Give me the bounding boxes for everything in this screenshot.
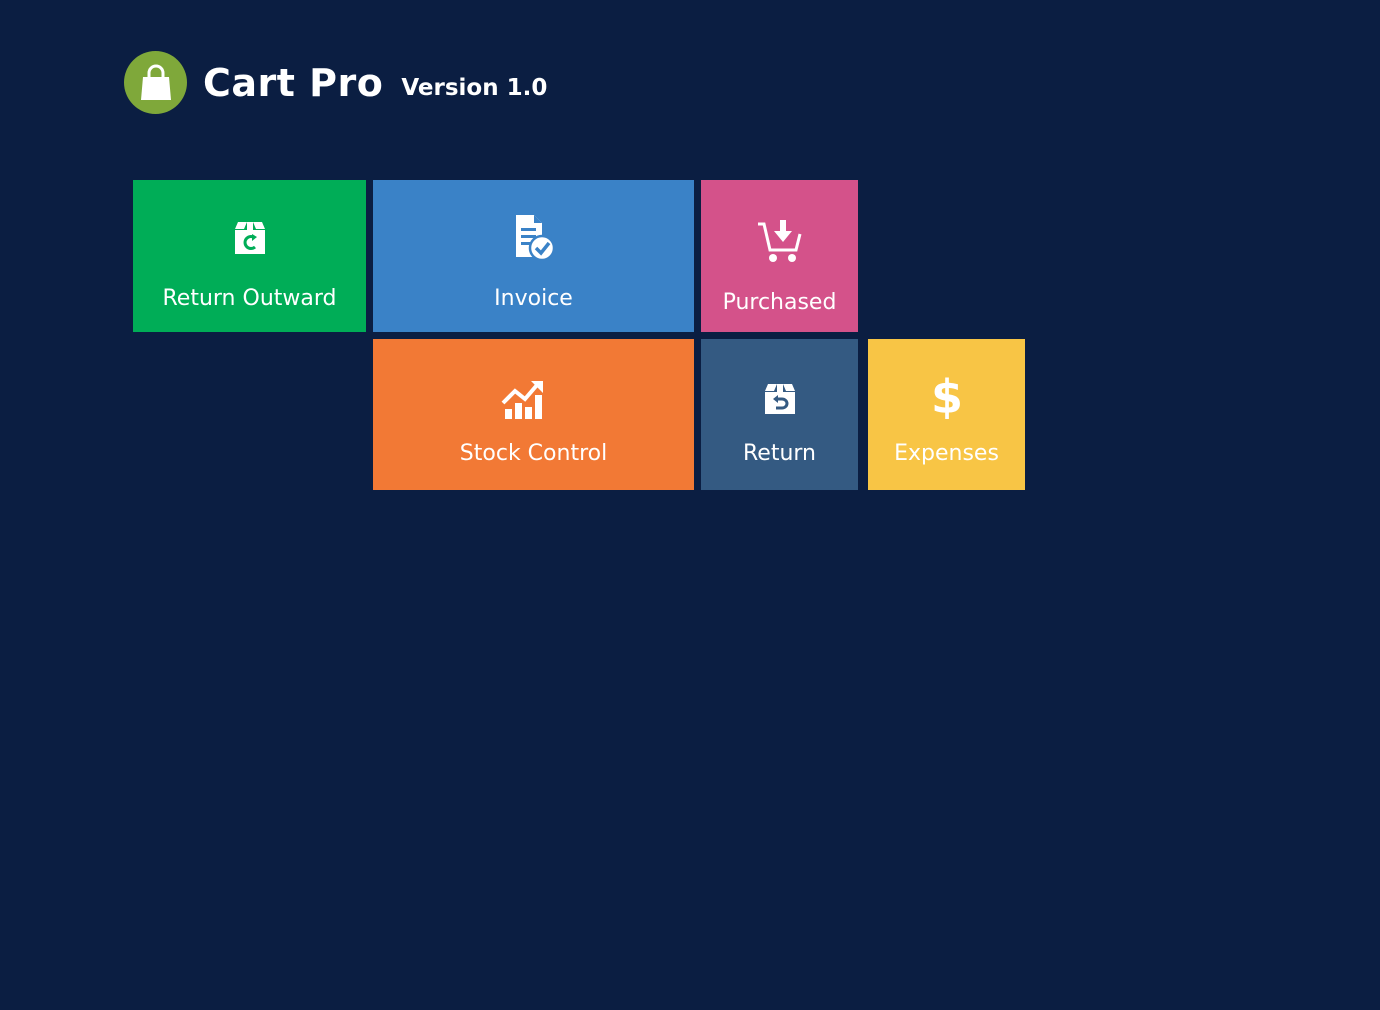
chart-up-icon [373, 379, 694, 421]
box-refresh-icon [133, 220, 366, 256]
app-header: Cart Pro Version 1.0 [124, 51, 547, 114]
dollar-icon: $ [868, 371, 1025, 419]
tile-invoice[interactable]: Invoice [373, 180, 694, 332]
tile-return-outward[interactable]: Return Outward [133, 180, 366, 332]
tile-label: Return Outward [162, 286, 337, 311]
tile-expenses[interactable]: $ Expenses [868, 339, 1025, 490]
shopping-bag-icon [124, 51, 187, 114]
tile-label: Invoice [494, 286, 573, 311]
tile-return[interactable]: Return [701, 339, 858, 490]
app-version: Version 1.0 [401, 74, 548, 101]
svg-text:$: $ [930, 371, 962, 419]
document-check-icon [373, 213, 694, 261]
cart-download-icon [701, 218, 858, 264]
tile-label: Stock Control [459, 441, 608, 466]
tile-label: Return [742, 441, 816, 466]
tile-stock-control[interactable]: Stock Control [373, 339, 694, 490]
tile-label: Purchased [722, 290, 837, 315]
app-title: Cart Pro [203, 60, 384, 105]
tile-label: Expenses [894, 441, 999, 466]
box-return-icon [701, 382, 858, 416]
tile-purchased[interactable]: Purchased [701, 180, 858, 332]
